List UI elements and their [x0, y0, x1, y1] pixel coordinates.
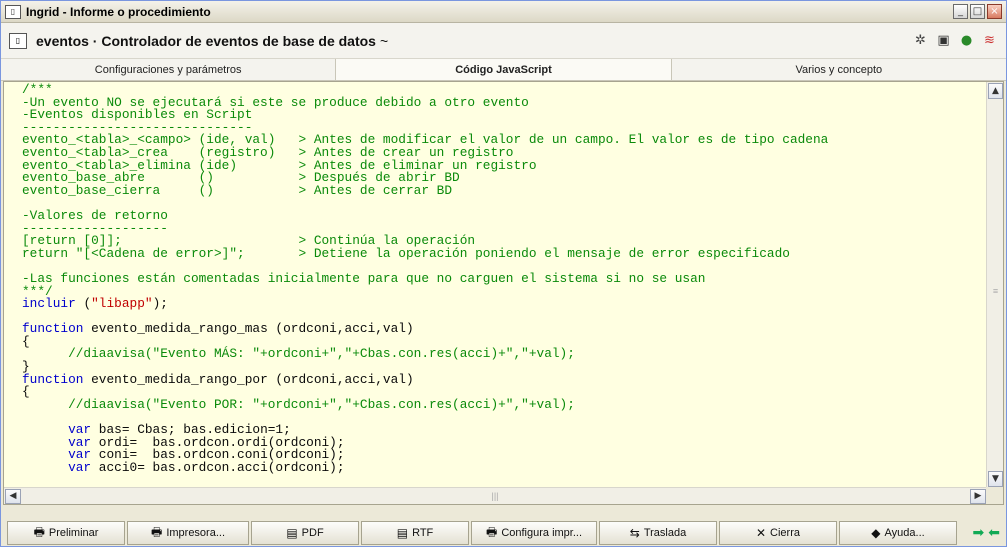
- scroll-left-icon[interactable]: ◀: [5, 489, 21, 504]
- hscroll-grip-icon[interactable]: |||: [484, 488, 506, 505]
- preliminar-button[interactable]: 🖶 Preliminar: [7, 521, 125, 545]
- code-line: return "[<Cadena de error>]"; > Detiene …: [22, 245, 790, 261]
- action-button-bar: 🖶 Preliminar 🖶 Impresora... ▤ PDF ▤ RTF 🖶 Configu…: [7, 521, 1000, 545]
- nav-arrows: ➡ ⬅: [973, 521, 1000, 545]
- globe-icon[interactable]: ●: [958, 33, 975, 49]
- next-arrow-icon[interactable]: ➡: [973, 521, 985, 545]
- printer-icon: 🖶: [150, 524, 163, 539]
- button-label: RTF: [412, 527, 434, 539]
- window-controls: _ □ ×: [953, 4, 1002, 19]
- pdf-button[interactable]: ▤ PDF: [251, 521, 359, 545]
- code-line: function evento_medida_rango_por (ordcon…: [22, 371, 414, 387]
- rtf-icon: ▤: [396, 526, 409, 540]
- button-label: Impresora...: [166, 527, 225, 539]
- printer-config-icon: 🖶: [485, 524, 498, 539]
- prev-arrow-icon[interactable]: ⬅: [988, 521, 1000, 545]
- close-icon: ✕: [755, 526, 767, 540]
- button-label: Ayuda...: [884, 527, 925, 539]
- horizontal-scrollbar[interactable]: ◀ ||| ▶: [4, 487, 987, 504]
- header-toolbar: ✲ ▣ ● ≋: [912, 33, 998, 49]
- minimize-button[interactable]: _: [953, 4, 968, 19]
- code-line: function evento_medida_rango_mas (ordcon…: [22, 321, 414, 337]
- code-text[interactable]: /*** -Un evento NO se ejecutará si este s…: [4, 82, 984, 488]
- button-label: PDF: [301, 527, 324, 539]
- settings-icon[interactable]: ✲: [912, 33, 929, 49]
- traslada-button[interactable]: ⇆ Traslada: [599, 521, 717, 545]
- scroll-grip-icon[interactable]: ≡: [988, 282, 1003, 300]
- button-label: Cierra: [770, 527, 800, 539]
- colors-icon[interactable]: ≋: [981, 33, 998, 49]
- app-icon: ▯: [5, 4, 21, 19]
- scroll-right-icon[interactable]: ▶: [970, 489, 986, 504]
- maximize-button[interactable]: □: [970, 4, 985, 19]
- window-title: Ingrid - Informe o procedimiento: [26, 4, 211, 19]
- scroll-corner: [986, 487, 1003, 504]
- tab-bar: Configuraciones y parámetros Código Java…: [1, 59, 1006, 81]
- title-bar[interactable]: ▯ Ingrid - Informe o procedimiento _ □ ×: [1, 1, 1006, 23]
- code-line: //diaavisa("Evento MÁS: "+ordconi+","+Cb…: [22, 346, 575, 362]
- button-label: Traslada: [643, 527, 687, 539]
- code-line: var acci0= bas.ordcon.acci(ordconi);: [68, 459, 345, 475]
- bottom-bar: 🖶 Preliminar 🖶 Impresora... ▤ PDF ▤ RTF 🖶 Configu…: [1, 505, 1006, 546]
- ayuda-button[interactable]: ◆ Ayuda...: [839, 521, 957, 545]
- pdf-icon: ▤: [286, 526, 298, 540]
- code-line: incluir ("libapp");: [22, 296, 168, 312]
- move-icon: ⇆: [629, 526, 640, 540]
- tab-codigo-javascript[interactable]: Código JavaScript: [336, 59, 672, 80]
- document-header: ▯ eventos · Controlador de eventos de ba…: [1, 23, 1006, 59]
- button-label: Preliminar: [48, 527, 99, 539]
- tab-configuraciones[interactable]: Configuraciones y parámetros: [1, 59, 337, 80]
- document-title-suffix: ~: [379, 32, 389, 49]
- document-title: eventos · Controlador de eventos de base…: [36, 32, 376, 49]
- impresora-button[interactable]: 🖶 Impresora...: [127, 521, 249, 545]
- document-icon: ▯: [9, 32, 27, 49]
- scroll-up-icon[interactable]: ▲: [988, 83, 1003, 99]
- help-book-icon: ◆: [871, 526, 881, 540]
- tab-varios[interactable]: Varios y concepto: [672, 59, 1006, 80]
- image-icon[interactable]: ▣: [935, 33, 952, 49]
- code-line: evento_base_cierra () > Antes de cerrar …: [22, 182, 453, 198]
- close-window-button[interactable]: ×: [987, 4, 1002, 19]
- code-editor[interactable]: /*** -Un evento NO se ejecutará si este s…: [3, 81, 1004, 505]
- scroll-down-icon[interactable]: ▼: [988, 471, 1003, 487]
- button-label: Configura impr...: [501, 527, 583, 539]
- vertical-scrollbar[interactable]: ▲ ≡ ▼: [986, 82, 1003, 488]
- app-window: ▯ Ingrid - Informe o procedimiento _ □ ×…: [0, 0, 1007, 547]
- rtf-button[interactable]: ▤ RTF: [361, 521, 469, 545]
- cierra-button[interactable]: ✕ Cierra: [719, 521, 837, 545]
- configura-impr-button[interactable]: 🖶 Configura impr...: [471, 521, 597, 545]
- code-line: -Las funciones están comentadas inicialm…: [22, 270, 706, 286]
- code-line: //diaavisa("Evento POR: "+ordconi+","+Cb…: [22, 396, 575, 412]
- printer-preview-icon: 🖶: [33, 524, 45, 539]
